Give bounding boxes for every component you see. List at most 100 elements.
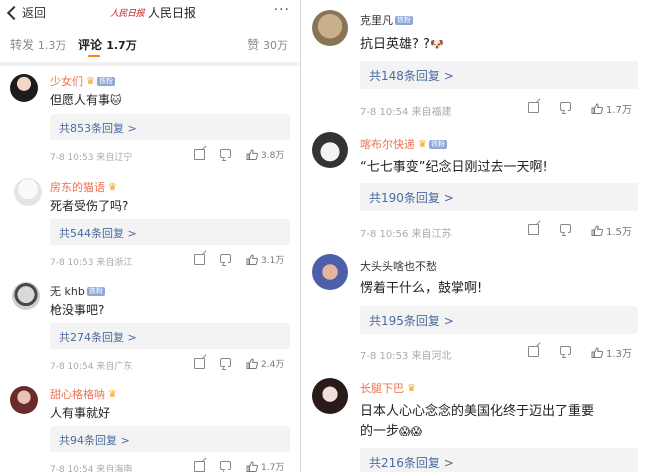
reply-count-link[interactable]: 共94条回复 > xyxy=(59,432,130,448)
share-button[interactable] xyxy=(194,149,205,160)
reply-count-link[interactable]: 共274条回复 > xyxy=(59,329,137,345)
reply-button[interactable] xyxy=(220,254,231,263)
username-row: 大头头啥也不愁 xyxy=(360,258,437,274)
share-button[interactable] xyxy=(528,224,539,235)
vip-crown-icon: ♛ xyxy=(418,138,427,150)
left-screenshot-panel: 返回 人民日报 人民日报 ··· 转发 1.3万 评论 1.7万 赞 30万 少… xyxy=(0,0,300,472)
dog-emoji-icon: 🐶 xyxy=(429,38,444,51)
reply-summary[interactable]: 共544条回复 > xyxy=(50,219,290,245)
reply-count-link[interactable]: 共216条回复 > xyxy=(369,454,454,471)
account-header[interactable]: 人民日报 人民日报 xyxy=(110,4,196,21)
tab-repost[interactable]: 转发 1.3万 xyxy=(10,36,66,53)
comment-text: 人有事就好 xyxy=(50,406,111,420)
share-button[interactable] xyxy=(194,254,205,265)
fan-badge-icon: 铁粉 xyxy=(428,139,447,149)
avatar[interactable] xyxy=(312,254,348,290)
comment-meta: 7-8 10:54 来自福建 xyxy=(360,107,452,118)
reply-button[interactable] xyxy=(560,346,571,355)
reply-count-link[interactable]: 共148条回复 > xyxy=(369,67,454,84)
username-row: 克里凡 铁粉 xyxy=(360,12,413,28)
reply-button[interactable] xyxy=(560,224,571,233)
share-icon xyxy=(528,102,539,113)
share-button[interactable] xyxy=(528,102,539,113)
comment-text-line2: 的一步😱😱 xyxy=(360,424,422,439)
like-count: 1.7万 xyxy=(261,463,285,472)
active-tab-indicator xyxy=(88,55,100,57)
comment-meta: 7-8 10:54 来自海南 xyxy=(50,465,133,472)
username[interactable]: 少女们 xyxy=(50,73,83,89)
like-button[interactable]: 3.8万 xyxy=(246,148,284,161)
avatar[interactable] xyxy=(312,132,348,168)
comment-text: 日本人心心念念的美国化终于迈出了重要 xyxy=(360,404,595,419)
cat-emoji-icon: 🐱 xyxy=(110,94,122,107)
like-count: 1.7万 xyxy=(606,105,632,116)
fan-badge-icon: 铁粉 xyxy=(96,76,115,86)
reply-button[interactable] xyxy=(220,149,231,158)
thumbs-up-icon xyxy=(591,103,603,114)
share-button[interactable] xyxy=(194,358,205,369)
username[interactable]: 克里凡 xyxy=(360,12,393,28)
tab-comment-label: 评论 xyxy=(78,38,103,52)
username-row: 少女们 ♛ 铁粉 xyxy=(50,73,115,89)
username[interactable]: 房东的猫语 xyxy=(50,179,105,195)
avatar[interactable] xyxy=(10,386,38,414)
tab-repost-label: 转发 xyxy=(10,38,35,52)
username[interactable]: 无 khb xyxy=(50,283,85,299)
chevron-left-icon xyxy=(6,5,22,20)
avatar[interactable] xyxy=(14,178,42,206)
reply-summary[interactable]: 共94条回复 > xyxy=(50,426,290,452)
username[interactable]: 大头头啥也不愁 xyxy=(360,258,437,274)
tab-comment[interactable]: 评论 1.7万 xyxy=(78,36,137,53)
username-row: 房东的猫语 ♛ xyxy=(50,179,117,195)
reply-summary[interactable]: 共853条回复 > xyxy=(50,114,290,140)
share-icon xyxy=(528,346,539,357)
share-button[interactable] xyxy=(528,346,539,357)
reply-summary[interactable]: 共190条回复 > xyxy=(360,183,638,211)
shocked-emoji-icon: 😱😱 xyxy=(399,425,422,438)
reply-count-link[interactable]: 共544条回复 > xyxy=(59,225,137,241)
tab-like[interactable]: 赞 30万 xyxy=(247,36,288,53)
avatar[interactable] xyxy=(12,282,40,310)
back-button[interactable]: 返回 xyxy=(6,4,46,21)
username[interactable]: 喀布尔快递 xyxy=(360,136,415,152)
thumbs-up-icon xyxy=(246,254,258,265)
reply-button[interactable] xyxy=(220,358,231,367)
fan-badge-icon: 铁粉 xyxy=(86,286,105,296)
like-button[interactable]: 1.5万 xyxy=(591,223,632,238)
comment-icon xyxy=(220,358,231,367)
like-button[interactable]: 1.3万 xyxy=(591,345,632,360)
reply-summary[interactable]: 共148条回复 > xyxy=(360,61,638,89)
more-options-icon[interactable]: ··· xyxy=(274,2,290,18)
like-button[interactable]: 2.4万 xyxy=(246,357,284,370)
username[interactable]: 长腿下巴 xyxy=(360,380,404,396)
reply-button[interactable] xyxy=(560,102,571,111)
like-count: 3.1万 xyxy=(261,256,285,266)
thumbs-up-icon xyxy=(591,225,603,236)
comment-icon xyxy=(560,224,571,233)
share-button[interactable] xyxy=(194,461,205,472)
like-button[interactable]: 3.1万 xyxy=(246,253,284,266)
reply-summary[interactable]: 共274条回复 > xyxy=(50,323,290,349)
username-row: 甜心格格呐 ♛ xyxy=(50,386,117,402)
comment-icon xyxy=(220,254,231,263)
reply-summary[interactable]: 共195条回复 > xyxy=(360,306,638,334)
reply-summary[interactable]: 共216条回复 > xyxy=(360,448,638,472)
reply-count-link[interactable]: 共195条回复 > xyxy=(369,312,454,329)
share-icon xyxy=(194,358,205,369)
comment-meta: 7-8 10:56 来自江苏 xyxy=(360,229,452,240)
avatar[interactable] xyxy=(10,74,38,102)
username[interactable]: 甜心格格呐 xyxy=(50,386,105,402)
back-label: 返回 xyxy=(22,6,47,20)
like-button[interactable]: 1.7万 xyxy=(246,460,284,472)
right-screenshot-panel: 克里凡 铁粉 抗日英雄? ?🐶 共148条回复 > 7-8 10:54 来自福建… xyxy=(301,0,650,472)
comment-icon xyxy=(220,461,231,470)
vip-crown-icon: ♛ xyxy=(108,388,117,400)
brand-logo: 人民日报 xyxy=(110,9,145,19)
reply-count-link[interactable]: 共190条回复 > xyxy=(369,189,454,206)
reply-count-link[interactable]: 共853条回复 > xyxy=(59,120,137,136)
avatar[interactable] xyxy=(312,378,348,414)
avatar[interactable] xyxy=(312,10,348,46)
reply-button[interactable] xyxy=(220,461,231,470)
fan-badge-icon: 铁粉 xyxy=(395,15,413,25)
like-button[interactable]: 1.7万 xyxy=(591,101,632,116)
